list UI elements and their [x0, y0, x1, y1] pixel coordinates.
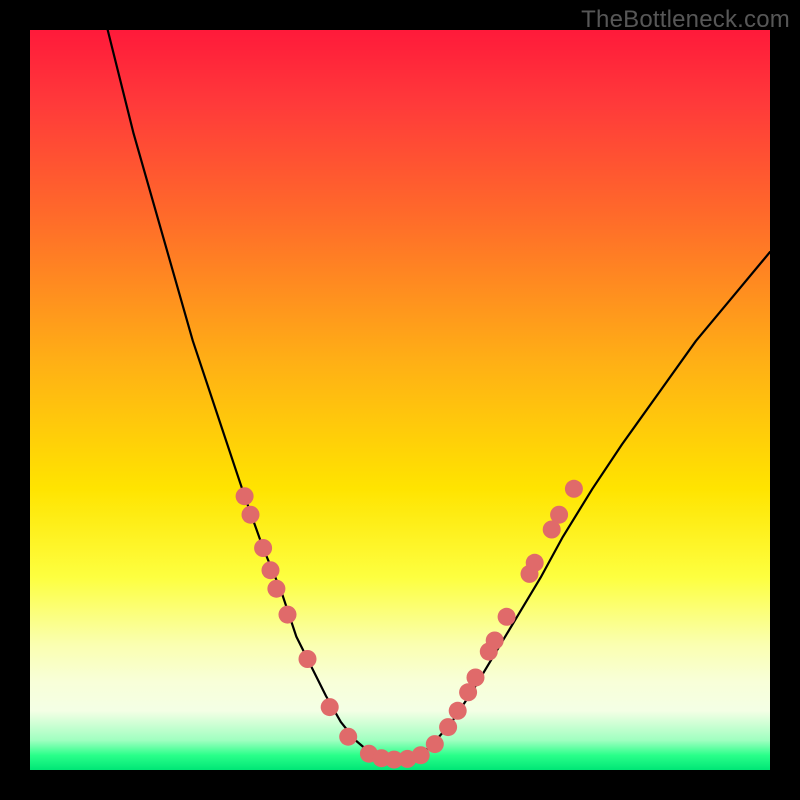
curve-dot — [467, 669, 485, 687]
curve-dot — [498, 608, 516, 626]
curve-dot — [236, 487, 254, 505]
curve-dots — [236, 480, 583, 769]
curve-dot — [299, 650, 317, 668]
bottleneck-curve — [108, 30, 770, 760]
curve-dot — [449, 702, 467, 720]
curve-dot — [242, 506, 260, 524]
chart-svg — [30, 30, 770, 770]
curve-dot — [426, 735, 444, 753]
curve-dot — [267, 580, 285, 598]
watermark-text: TheBottleneck.com — [581, 6, 790, 34]
curve-dot — [526, 554, 544, 572]
curve-dot — [321, 698, 339, 716]
curve-dot — [254, 539, 272, 557]
outer-frame: TheBottleneck.com — [0, 0, 800, 800]
curve-dot — [550, 506, 568, 524]
plot-area — [30, 30, 770, 770]
curve-dot — [486, 632, 504, 650]
curve-dot — [262, 561, 280, 579]
curve-dot — [339, 728, 357, 746]
curve-dot — [279, 606, 297, 624]
curve-dot — [565, 480, 583, 498]
curve-dot — [439, 718, 457, 736]
curve-dot — [412, 746, 430, 764]
